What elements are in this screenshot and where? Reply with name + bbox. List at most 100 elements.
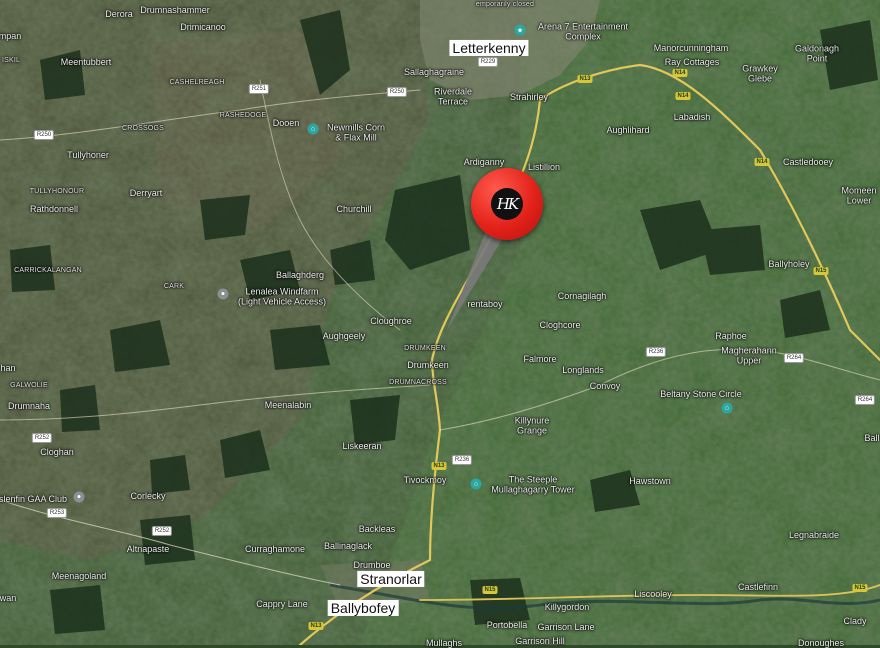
place-label[interactable]: Momeen Lower [841,186,876,207]
place-label[interactable]: Ballyholey [768,259,809,269]
landmark-icon[interactable]: ⌂ [307,123,319,135]
place-label[interactable]: Liscooley [634,589,672,599]
place-label[interactable]: Meenagoland [52,571,107,581]
road-shield: R252 [31,433,53,443]
place-icon[interactable]: ● [217,288,229,300]
town-label-ballybofey[interactable]: Ballybofey [327,599,399,617]
town-label-letterkenny[interactable]: Letterkenny [449,39,529,57]
poi-label-newmills[interactable]: Newmills Corn & Flax Mill [327,123,385,144]
place-label[interactable]: Backleas [359,524,396,534]
place-label[interactable]: Listillion [528,162,560,172]
road-shield: N14 [754,158,770,166]
place-label[interactable]: Altnapaste [127,544,170,554]
place-label[interactable]: Clady [843,616,866,626]
place-label[interactable]: Labadish [674,112,711,122]
place-label[interactable]: Rathdonnell [30,204,78,214]
place-label[interactable]: Grawkey Glebe [742,64,778,85]
area-label: RASHEDOGE [219,111,267,119]
area-label: TULLYHONOUR [29,187,85,195]
area-label: CASHELREAGH [169,78,225,86]
place-label[interactable]: Drumboe [353,560,390,570]
place-label[interactable]: Portobella [487,620,528,630]
poi-label-lenalea[interactable]: Lenalea Windfarm (Light Vehicle Access) [238,287,326,308]
road-shield: N15 [482,586,498,594]
place-label[interactable]: Castledooey [783,157,833,167]
place-label[interactable]: Corlecky [130,491,165,501]
place-label[interactable]: Cloghcore [539,320,580,330]
place-label[interactable]: Ball [864,433,879,443]
location-pin-marker[interactable]: HK [471,168,543,240]
entertainment-icon[interactable]: ★ [514,24,526,36]
poi-label-gaa[interactable]: slenfin GAA Club [0,494,67,504]
sports-icon[interactable]: ● [73,491,85,503]
place-label[interactable]: Dooen [273,118,300,128]
place-label[interactable]: Cornagilagh [558,291,607,301]
road-shield: R252 [151,526,173,536]
road-shield: N14 [675,92,691,100]
place-label[interactable]: Drumkeen [407,360,449,370]
place-label[interactable]: Garrison Lane [537,622,594,632]
place-label[interactable]: Drumnaha [8,401,50,411]
road-shield: R264 [854,395,876,405]
place-label[interactable]: Cloughroe [370,316,412,326]
place-label[interactable]: Ardiganny [464,157,505,167]
place-label[interactable]: Ballaghderg [276,270,324,280]
place-label[interactable]: han [0,363,15,373]
place-label[interactable]: mpan [0,31,21,41]
place-label[interactable]: Longlands [562,365,604,375]
place-label[interactable]: Drimicanoo [180,22,226,32]
place-label[interactable]: Tullyhoner [67,150,109,160]
area-label: ISKIL [1,56,21,64]
place-label[interactable]: Riverdale Terrace [434,87,472,108]
place-label[interactable]: Mullaghs [426,638,462,648]
landmark-icon[interactable]: ⌂ [470,478,482,490]
place-label[interactable]: Sallaghagraine [404,67,464,77]
place-label[interactable]: Falmore [523,354,556,364]
place-label[interactable]: Manorcunningham [654,43,729,53]
place-label[interactable]: Meentubbert [61,57,112,67]
road-shield: R250 [33,130,55,140]
place-label[interactable]: Cloghan [40,447,74,457]
road-shield: N15 [852,584,868,592]
poi-label-beltany[interactable]: Beltany Stone Circle [660,389,742,399]
place-label[interactable]: Drumnashammer [140,5,210,15]
poi-label-steeple[interactable]: The Steeple Mullaghagarry Tower [491,475,574,496]
place-label[interactable]: Aughgeely [323,331,366,341]
place-label[interactable]: Raphoe [715,331,747,341]
place-label[interactable]: Derryart [130,188,163,198]
town-label-stranorlar[interactable]: Stranorlar [357,570,425,588]
place-label[interactable]: Derora [105,9,133,19]
area-label: CARRICKALANGAN [14,266,82,274]
road-shield: R250 [386,87,408,97]
place-label[interactable]: Castlefinn [738,582,778,592]
place-label[interactable]: Strahirley [510,92,548,102]
area-label: DRUMKEEN [404,344,446,352]
place-label[interactable]: Magherahann Upper [721,346,777,367]
place-label[interactable]: Ballinaglack [324,541,372,551]
place-label[interactable]: Liskeeran [342,441,381,451]
place-label[interactable]: Aughlihard [606,125,649,135]
place-label[interactable]: wan [0,593,16,603]
road-shield: R236 [451,455,473,465]
landmark-icon[interactable]: ⌂ [721,402,733,414]
poi-label-arena7[interactable]: Arena 7 Entertainment Complex [538,22,628,43]
road-shield: R229 [477,57,499,67]
place-label[interactable]: Galdonagh Point [795,44,839,65]
place-label[interactable]: Churchill [336,204,371,214]
place-label[interactable]: Killynure Grange [515,416,550,437]
place-label[interactable]: Curraghamone [245,544,305,554]
place-label[interactable]: Donoughes [798,638,844,648]
road-shield: R251 [248,84,270,94]
place-label[interactable]: Hawstown [629,476,671,486]
place-label[interactable]: Convoy [590,381,621,391]
area-label: GALWOLIE [10,381,48,389]
place-label[interactable]: Meenalabin [265,400,312,410]
area-label: DRUMNACROSS [389,378,447,386]
place-label[interactable]: Legnabraide [789,530,839,540]
place-label[interactable]: Killygordon [545,602,590,612]
place-label[interactable]: Tivockmoy [404,475,447,485]
place-label[interactable]: rentaboy [467,299,502,309]
place-label[interactable]: Ray Cottages [665,57,720,67]
area-label: emporarily closed [475,0,535,8]
place-label[interactable]: Cappry Lane [256,599,308,609]
